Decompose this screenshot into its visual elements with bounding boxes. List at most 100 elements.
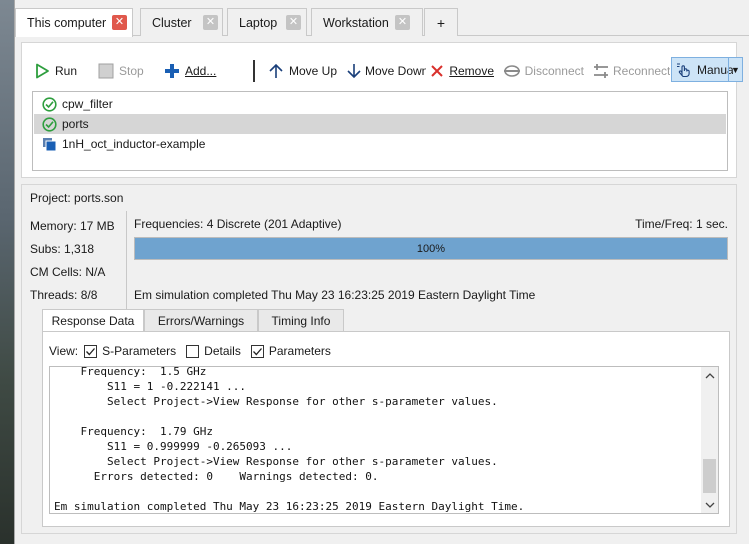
move-up-label: Move Up bbox=[289, 64, 338, 78]
tab-laptop[interactable]: Laptop ✕ bbox=[227, 8, 307, 36]
tab-workstation[interactable]: Workstation ✕ bbox=[311, 8, 423, 36]
project-queue-list[interactable]: cpw_filter ports 1nH_oct_inductor-exampl… bbox=[32, 91, 728, 171]
chevron-down-icon[interactable]: ▼ bbox=[728, 58, 742, 81]
log-line: S11 = 1 -0.222141 ... bbox=[54, 380, 247, 393]
remove-label: Remove bbox=[449, 64, 494, 78]
toolbar-divider bbox=[253, 60, 255, 82]
checkbox-checked-icon bbox=[250, 344, 264, 358]
checkbox-label: Details bbox=[204, 344, 241, 358]
remove-button[interactable]: Remove bbox=[428, 59, 494, 83]
project-title: Project: ports.son bbox=[24, 191, 130, 205]
frequencies-label: Frequencies: 4 Discrete (201 Adaptive) bbox=[134, 217, 342, 231]
log-line: Select Project->View Response for other … bbox=[54, 395, 498, 408]
log-line: Em simulation completed Thu May 23 16:23… bbox=[54, 500, 525, 513]
tab-label: Laptop bbox=[239, 15, 278, 30]
tab-response-data[interactable]: Response Data bbox=[42, 309, 144, 332]
checkbox-checked-icon bbox=[84, 344, 98, 358]
divider bbox=[126, 211, 127, 309]
stop-label: Stop bbox=[119, 64, 144, 78]
scrollbar-thumb[interactable] bbox=[703, 459, 716, 493]
tab-label: Workstation bbox=[323, 15, 389, 30]
close-icon[interactable]: ✕ bbox=[203, 15, 218, 30]
time-per-frequency-label: Time/Freq: 1 sec. bbox=[635, 217, 728, 231]
toolbar: Run Stop Add... Move Up Move Down Remove… bbox=[32, 56, 743, 86]
details-checkbox[interactable]: Details bbox=[186, 344, 241, 358]
project-name: ports bbox=[62, 117, 89, 131]
add-label: Add... bbox=[185, 64, 217, 78]
arrow-down-icon bbox=[346, 61, 362, 81]
add-button[interactable]: Add... bbox=[162, 59, 219, 83]
reconnect-button[interactable]: Reconnect bbox=[592, 59, 670, 83]
arrow-up-icon bbox=[266, 61, 286, 81]
project-name: 1nH_oct_inductor-example bbox=[62, 137, 206, 151]
x-icon bbox=[428, 61, 446, 81]
move-up-button[interactable]: Move Up bbox=[266, 59, 344, 83]
tab-label: This computer bbox=[27, 16, 107, 30]
simulation-progress-bar: 100% bbox=[134, 237, 728, 260]
checkbox-label: Parameters bbox=[268, 344, 331, 358]
plus-icon bbox=[162, 61, 182, 81]
view-label: View: bbox=[49, 344, 79, 358]
queued-job-icon bbox=[40, 136, 58, 152]
close-icon[interactable]: ✕ bbox=[286, 15, 301, 30]
tab-timing-info[interactable]: Timing Info bbox=[258, 309, 344, 331]
response-data-pane: View: S-Parameters Details Parameters Fr… bbox=[42, 331, 730, 527]
manual-mode-dropdown[interactable]: Manual ▼ bbox=[671, 57, 743, 82]
log-line: Frequency: 1.5 GHz bbox=[54, 366, 207, 378]
checkbox-label: S-Parameters bbox=[102, 344, 177, 358]
run-label: Run bbox=[55, 64, 78, 78]
close-icon[interactable]: ✕ bbox=[112, 15, 127, 30]
run-button[interactable]: Run bbox=[32, 59, 90, 83]
tab-label: Response Data bbox=[51, 314, 135, 328]
computer-tab-bar: This computer ✕ Cluster ✕ Laptop ✕ Works… bbox=[15, 8, 749, 37]
stop-button[interactable]: Stop bbox=[96, 59, 150, 83]
disconnect-label: Disconnect bbox=[524, 64, 584, 78]
subs-stat: Subs: 1,318 bbox=[30, 242, 95, 256]
checkbox-unchecked-icon bbox=[186, 344, 200, 358]
log-line: Errors detected: 0 Warnings detected: 0. bbox=[54, 470, 379, 483]
simulation-status: Em simulation completed Thu May 23 16:23… bbox=[134, 288, 536, 302]
response-log-text[interactable]: Frequency: 1.5 GHz S11 = 1 -0.222141 ...… bbox=[49, 366, 719, 514]
reconnect-label: Reconnect bbox=[613, 64, 670, 78]
chevron-down-icon[interactable] bbox=[701, 496, 718, 513]
threads-stat: Threads: 8/8 bbox=[30, 288, 98, 302]
stop-icon bbox=[96, 61, 116, 81]
log-lines: Frequency: 1.5 GHz S11 = 1 -0.222141 ...… bbox=[54, 366, 525, 513]
chevron-up-icon[interactable] bbox=[701, 367, 718, 384]
log-line: Select Project->View Response for other … bbox=[54, 455, 498, 468]
tab-errors-warnings[interactable]: Errors/Warnings bbox=[144, 309, 258, 331]
move-down-label: Move Down bbox=[365, 64, 426, 78]
move-down-button[interactable]: Move Down bbox=[346, 59, 426, 83]
hand-pointer-icon bbox=[676, 61, 694, 79]
check-circle-icon bbox=[40, 96, 58, 112]
vertical-scrollbar[interactable] bbox=[701, 367, 718, 513]
cm-cells-stat: CM Cells: N/A bbox=[30, 265, 106, 279]
tab-label: Cluster bbox=[152, 15, 192, 30]
tab-this-computer[interactable]: This computer ✕ bbox=[15, 8, 133, 37]
tab-label: Errors/Warnings bbox=[157, 313, 245, 328]
memory-stat: Memory: 17 MB bbox=[30, 219, 115, 233]
plus-icon: + bbox=[436, 14, 446, 31]
project-details-panel: Project: ports.son Memory: 17 MB Subs: 1… bbox=[21, 184, 737, 534]
check-circle-icon bbox=[40, 116, 58, 132]
list-item[interactable]: cpw_filter bbox=[34, 94, 726, 114]
log-line: Frequency: 1.79 GHz bbox=[54, 425, 213, 438]
add-tab-button[interactable]: + bbox=[424, 8, 458, 36]
disconnect-button[interactable]: Disconnect bbox=[503, 59, 584, 83]
log-line: S11 = 0.999999 -0.265093 ... bbox=[54, 440, 293, 453]
s-parameters-checkbox[interactable]: S-Parameters bbox=[84, 344, 176, 358]
progress-label: 100% bbox=[416, 242, 446, 255]
close-icon[interactable]: ✕ bbox=[395, 15, 410, 30]
list-item-selected[interactable]: ports bbox=[34, 114, 726, 134]
project-name: cpw_filter bbox=[62, 97, 113, 111]
tab-cluster[interactable]: Cluster ✕ bbox=[140, 8, 223, 36]
disconnect-icon bbox=[503, 61, 522, 81]
parameters-checkbox[interactable]: Parameters bbox=[250, 344, 331, 358]
app-window: This computer ✕ Cluster ✕ Laptop ✕ Works… bbox=[14, 0, 749, 544]
list-item[interactable]: 1nH_oct_inductor-example bbox=[34, 134, 726, 154]
job-queue-panel: Run Stop Add... Move Up Move Down Remove… bbox=[21, 42, 743, 178]
play-icon bbox=[32, 61, 52, 81]
reconnect-icon bbox=[592, 61, 610, 81]
